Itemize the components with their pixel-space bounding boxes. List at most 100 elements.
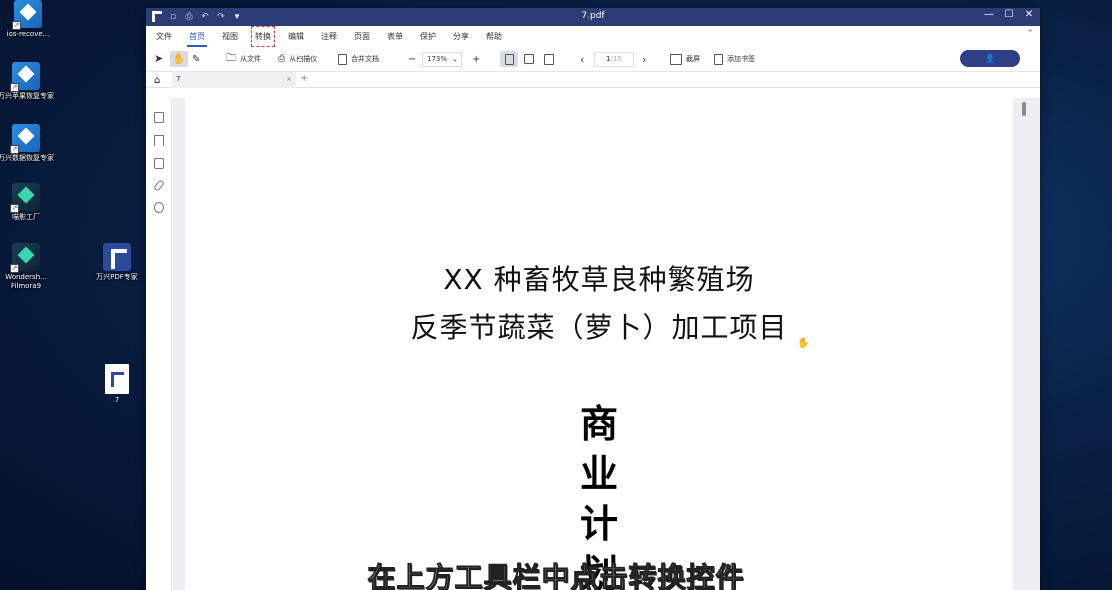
home-icon[interactable]: ⌂ — [154, 75, 160, 86]
zoom-select[interactable]: 173% ⌄ — [422, 51, 462, 67]
document-tab-bar: ⌂ 7 × + — [146, 72, 1040, 88]
close-tab-icon[interactable]: × — [286, 72, 292, 87]
data-recovery-icon: ↗ — [10, 124, 40, 154]
vertical-scrollbar[interactable] — [1022, 102, 1026, 116]
add-bookmark-button[interactable]: 添加书签 — [714, 51, 755, 67]
document-title-line-1: XX 种畜牧草良种繁殖场 — [443, 263, 755, 296]
desktop-icon-label: Wondersh... Filmora9 — [5, 273, 47, 290]
menu-protect[interactable]: 保护 — [420, 30, 436, 43]
desktop-icon-label: 万兴数据恢复专家 — [0, 154, 54, 162]
zoom-out-button[interactable]: − — [408, 51, 416, 67]
hand-cursor-icon: ✋ — [797, 338, 810, 349]
menu-view[interactable]: 视图 — [222, 30, 238, 43]
zoom-in-button[interactable]: + — [472, 51, 480, 67]
login-button[interactable]: 👤 — [960, 50, 1020, 67]
previous-page-button[interactable]: ‹ — [580, 51, 584, 67]
screenshot-button[interactable]: 截屏 — [670, 51, 700, 67]
desktop-icon-pdf-file[interactable]: 7 — [89, 364, 145, 405]
desktop-icon-filmora[interactable]: ↗ Wondersh... Filmora9 — [0, 243, 54, 291]
document-title-line-2: 反季节蔬菜（萝卜）加工项目 — [410, 311, 788, 344]
from-file-label: 从文件 — [240, 55, 261, 63]
edit-tool-button[interactable]: ✎ — [192, 51, 200, 67]
folder-icon: 🗀 — [226, 52, 236, 64]
maximize-button[interactable]: ☐ — [1004, 9, 1014, 20]
title-bar: ▫ ⎙ ↶ ↷ ▾ 7.pdf — ☐ ✕ — [146, 8, 1040, 26]
bookmark-icon — [714, 53, 723, 65]
filmii-icon: ↗ — [10, 183, 40, 213]
menu-home[interactable]: 首页 — [187, 30, 207, 47]
menu-form[interactable]: 表单 — [387, 30, 403, 43]
vertical-title-char: 计 — [579, 501, 618, 546]
scanner-icon: ⎙ — [278, 54, 286, 64]
from-scanner-button[interactable]: ⎙ 从扫描仪 — [278, 51, 317, 67]
pdf-file-icon — [105, 364, 129, 394]
new-tab-button[interactable]: + — [300, 73, 308, 84]
edit-icon: ✎ — [192, 53, 201, 65]
collapse-ribbon-icon[interactable]: ⌃ — [1026, 29, 1034, 39]
merge-icon — [338, 53, 347, 65]
desktop-icon-label: 喵影工厂 — [12, 213, 40, 221]
fit-page-icon — [504, 53, 514, 65]
cursor-icon: ➤ — [154, 52, 164, 65]
thumbnails-icon[interactable] — [154, 112, 164, 123]
search-circle-icon[interactable] — [154, 202, 164, 213]
attachments-icon[interactable] — [153, 179, 165, 192]
ios-recovery-icon: ↗ — [12, 0, 42, 30]
desktop-icon-label: 万兴苹果恢复专家 — [0, 92, 54, 100]
menu-convert[interactable]: 转换 — [251, 26, 275, 47]
rotate-button[interactable] — [544, 51, 554, 67]
from-scanner-label: 从扫描仪 — [289, 55, 318, 63]
rotate-page-icon — [544, 53, 554, 65]
pdf-app-icon — [103, 243, 131, 271]
vertical-title-char: 业 — [579, 451, 618, 496]
filmora-icon: ↗ — [10, 243, 40, 273]
document-tab-label: 7 — [176, 75, 181, 83]
next-page-button[interactable]: › — [642, 51, 646, 67]
fit-width-icon — [524, 54, 534, 64]
desktop-icon-ios-recovery[interactable]: ↗ ios-recove... — [0, 0, 56, 39]
merge-button[interactable]: 合并文档 — [338, 51, 379, 67]
menu-share[interactable]: 分享 — [453, 30, 469, 43]
screenshot-label: 截屏 — [686, 55, 700, 63]
video-subtitle: 在上方工具栏中点击转换控件 — [367, 561, 745, 590]
menu-edit[interactable]: 编辑 — [288, 30, 304, 43]
pdf-app-window: ▫ ⎙ ↶ ↷ ▾ 7.pdf — ☐ ✕ 文件 首页 视图 转换 编辑 注释 … — [146, 8, 1040, 590]
window-controls: — ☐ ✕ — [984, 9, 1034, 20]
menu-page[interactable]: 页面 — [354, 30, 370, 43]
document-tab[interactable]: 7 × — [172, 72, 296, 88]
comments-icon[interactable] — [154, 158, 164, 169]
ribbon-toolbar: ➤ ✋ ✎ 🗀 从文件 ⎙ 从扫描仪 合并文档 − 173% ⌄ + ‹ 1/1… — [146, 46, 1040, 72]
menu-comment[interactable]: 注释 — [321, 30, 337, 43]
minimize-button[interactable]: — — [984, 9, 994, 20]
chevron-down-icon: ⌄ — [452, 54, 458, 63]
menu-bar: 文件 首页 视图 转换 编辑 注释 页面 表单 保护 分享 帮助 ⌃ — [146, 26, 1040, 47]
menu-file[interactable]: 文件 — [156, 30, 172, 43]
document-viewer[interactable]: XX 种畜牧草良种繁殖场 反季节蔬菜（萝卜）加工项目 ✋ 商 业 计 划 — [173, 98, 1040, 590]
bookmarks-icon[interactable] — [154, 135, 164, 146]
close-button[interactable]: ✕ — [1024, 9, 1034, 20]
vertical-title-char: 商 — [579, 401, 618, 446]
add-bookmark-label: 添加书签 — [727, 55, 755, 63]
fit-page-button[interactable] — [500, 51, 518, 67]
menu-help[interactable]: 帮助 — [486, 30, 502, 43]
hand-tool-button[interactable]: ✋ — [170, 51, 188, 67]
select-tool-button[interactable]: ➤ — [154, 51, 166, 67]
fit-width-button[interactable] — [524, 51, 534, 67]
desktop-icon-filmii[interactable]: ↗ 喵影工厂 — [0, 183, 54, 222]
desktop-icon-label: 万兴PDF专家 — [96, 273, 138, 281]
total-pages: /15 — [610, 54, 622, 63]
user-icon: 👤 — [985, 54, 995, 63]
from-file-button[interactable]: 🗀 从文件 — [226, 51, 261, 67]
page-number-input[interactable]: 1/15 — [594, 51, 634, 67]
desktop-icon-label: ios-recove... — [6, 30, 50, 38]
apple-recovery-icon: ↗ — [10, 62, 40, 92]
window-title: 7.pdf — [581, 11, 605, 21]
screenshot-icon — [670, 53, 682, 65]
hand-icon: ✋ — [172, 53, 186, 65]
merge-label: 合并文档 — [351, 55, 379, 63]
desktop-icon-label: 7 — [114, 396, 120, 404]
desktop-icon-apple-recovery[interactable]: ↗ 万兴苹果恢复专家 — [0, 62, 54, 101]
desktop-icon-data-recovery[interactable]: ↗ 万兴数据恢复专家 — [0, 124, 54, 163]
left-sidebar: ‹ — [146, 98, 177, 590]
desktop-icon-pdfelement[interactable]: 万兴PDF专家 — [89, 243, 145, 282]
